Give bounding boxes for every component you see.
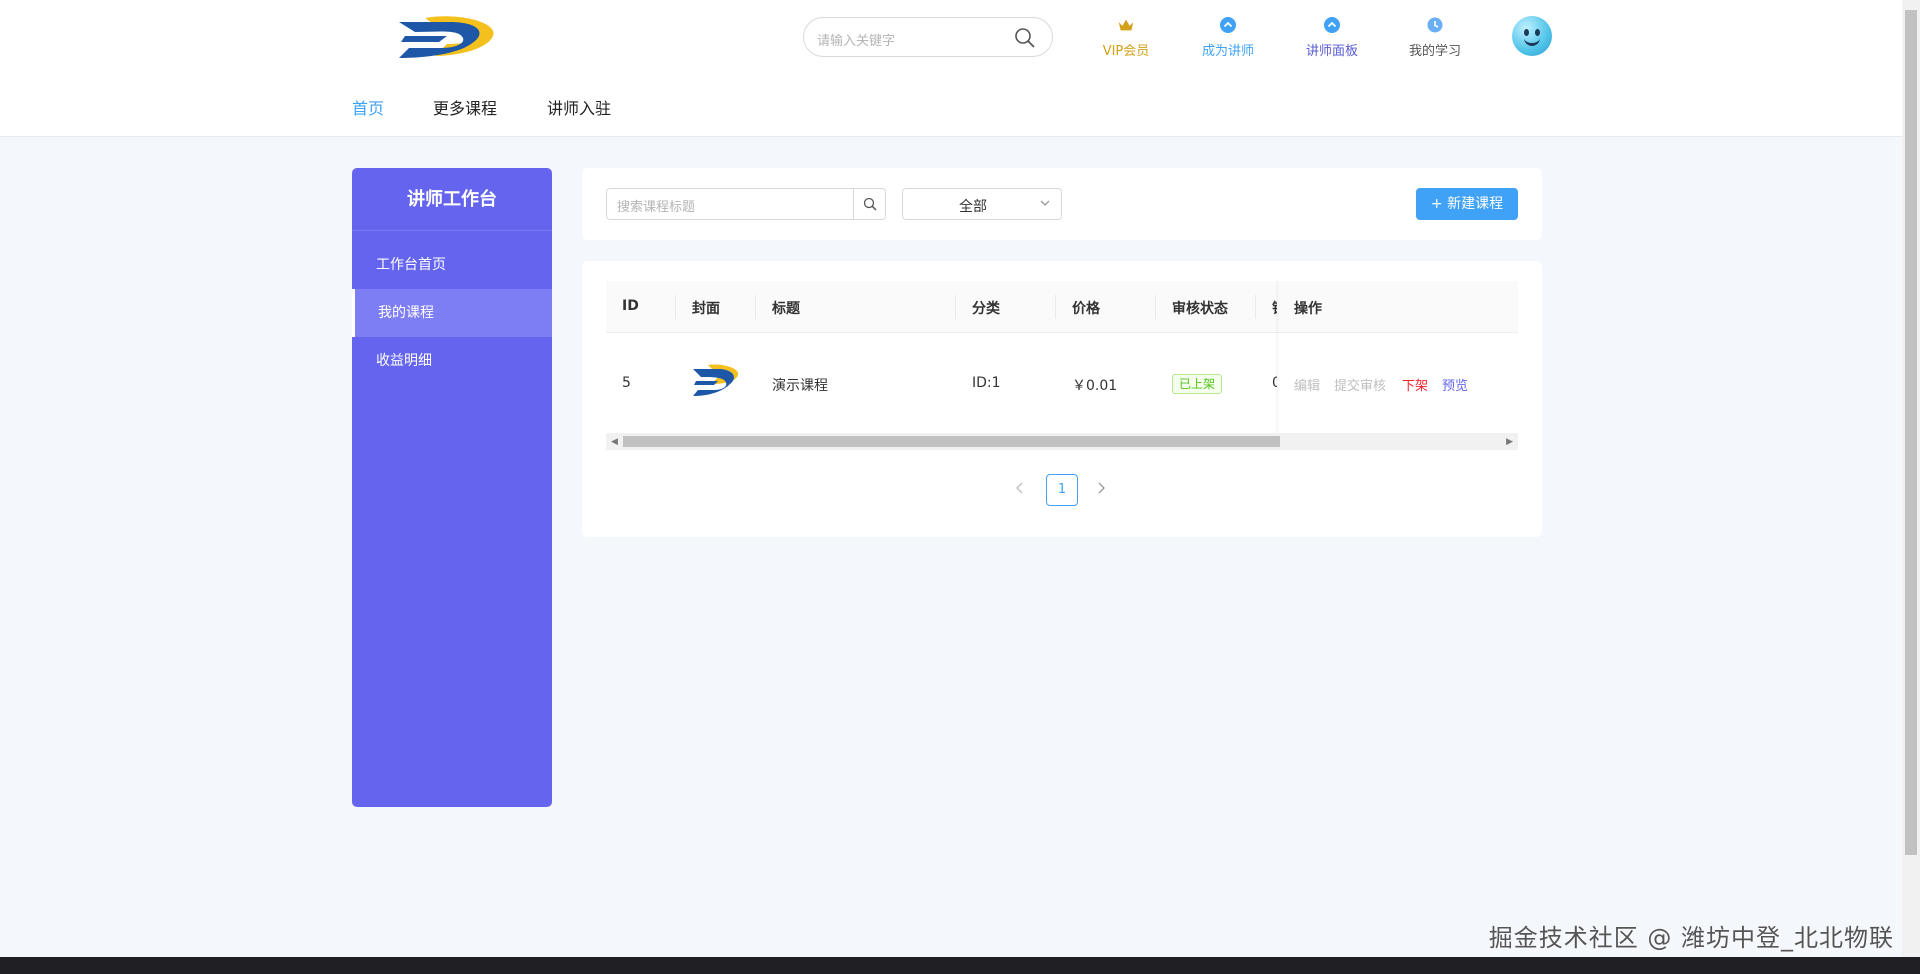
lecturer-panel-link[interactable]: 讲师面板 xyxy=(1287,16,1377,59)
scrollbar-thumb[interactable] xyxy=(1905,10,1917,855)
site-logo[interactable] xyxy=(395,14,499,60)
lecturer-sidebar: 讲师工作台 工作台首页 我的课程 收益明细 xyxy=(352,168,552,807)
crown-icon xyxy=(1117,16,1135,34)
search-icon[interactable] xyxy=(853,189,885,219)
preview-link[interactable]: 预览 xyxy=(1442,375,1468,394)
fixed-column-divider xyxy=(1276,281,1280,433)
watermark-text: 掘金技术社区 @ 潍坊中登_北北物联 xyxy=(1488,924,1894,952)
course-search-input[interactable]: 搜索课程标题 xyxy=(606,188,886,220)
nav-home[interactable]: 首页 xyxy=(352,95,384,119)
scroll-right-icon[interactable]: ▶ xyxy=(1506,437,1513,447)
search-icon[interactable] xyxy=(1014,27,1036,53)
search-placeholder: 请输入关键字 xyxy=(817,34,896,49)
submit-review-link[interactable]: 提交审核 xyxy=(1334,375,1386,394)
course-cover-image xyxy=(692,364,740,402)
sidebar-title: 讲师工作台 xyxy=(352,168,552,231)
col-category: 分类 xyxy=(972,301,1000,317)
col-price: 价格 xyxy=(1072,301,1100,317)
new-course-button[interactable]: + 新建课程 xyxy=(1416,188,1518,220)
my-learning-label: 我的学习 xyxy=(1408,44,1461,59)
top-header: 请输入关键字 VIP会员 成为讲师 讲师面板 我的学习 首页 更多课程 讲师入驻 xyxy=(0,0,1902,137)
table-header: ID 封面 标题 分类 价格 审核状态 销 操作 xyxy=(606,281,1518,333)
user-avatar[interactable] xyxy=(1512,16,1552,56)
col-cover: 封面 xyxy=(692,301,720,317)
course-search-placeholder: 搜索课程标题 xyxy=(617,200,696,215)
vip-member-link[interactable]: VIP会员 xyxy=(1081,16,1171,59)
clock-icon xyxy=(1426,16,1444,34)
header-search-input[interactable]: 请输入关键字 xyxy=(803,17,1053,57)
unpublish-link[interactable]: 下架 xyxy=(1402,375,1428,394)
sidebar-item-earnings[interactable]: 收益明细 xyxy=(352,337,552,385)
status-filter-value: 全部 xyxy=(959,199,987,215)
status-filter-select[interactable]: 全部 xyxy=(902,188,1062,220)
up-arrow-circle-icon xyxy=(1323,16,1341,34)
next-page-icon[interactable] xyxy=(1095,481,1107,513)
become-lecturer-link[interactable]: 成为讲师 xyxy=(1183,16,1273,59)
course-category-cell: ID:1 xyxy=(972,375,1001,391)
prev-page-icon[interactable] xyxy=(1014,481,1026,513)
course-title-cell: 演示课程 xyxy=(772,378,828,394)
edit-course-link[interactable]: 编辑 xyxy=(1294,375,1320,394)
col-title: 标题 xyxy=(772,301,800,317)
nav-more-courses[interactable]: 更多课程 xyxy=(433,95,497,119)
scroll-left-icon[interactable]: ◀ xyxy=(611,437,618,447)
footer-bar xyxy=(0,957,1920,974)
scrollbar-thumb[interactable] xyxy=(623,436,1280,447)
vip-member-label: VIP会员 xyxy=(1102,44,1150,59)
page-vertical-scrollbar[interactable] xyxy=(1902,0,1920,957)
lecturer-panel-label: 讲师面板 xyxy=(1305,44,1358,59)
up-arrow-circle-icon xyxy=(1219,16,1237,34)
col-id: ID xyxy=(622,298,639,314)
my-learning-link[interactable]: 我的学习 xyxy=(1390,16,1480,59)
course-price-cell: ￥0.01 xyxy=(1072,378,1118,394)
become-lecturer-label: 成为讲师 xyxy=(1201,44,1254,59)
sidebar-item-my-courses[interactable]: 我的课程 xyxy=(352,289,552,337)
nav-lecturer-join[interactable]: 讲师入驻 xyxy=(547,95,611,119)
page-number-button[interactable]: 1 xyxy=(1046,474,1078,506)
sidebar-item-dashboard[interactable]: 工作台首页 xyxy=(352,241,552,289)
table-horizontal-scrollbar[interactable]: ◀ ▶ xyxy=(606,433,1518,450)
chevron-down-icon xyxy=(1039,197,1051,213)
status-badge: 已上架 xyxy=(1172,374,1223,394)
col-actions: 操作 xyxy=(1294,301,1322,317)
col-review-status: 审核状态 xyxy=(1172,301,1228,317)
course-id-cell: 5 xyxy=(622,375,631,391)
